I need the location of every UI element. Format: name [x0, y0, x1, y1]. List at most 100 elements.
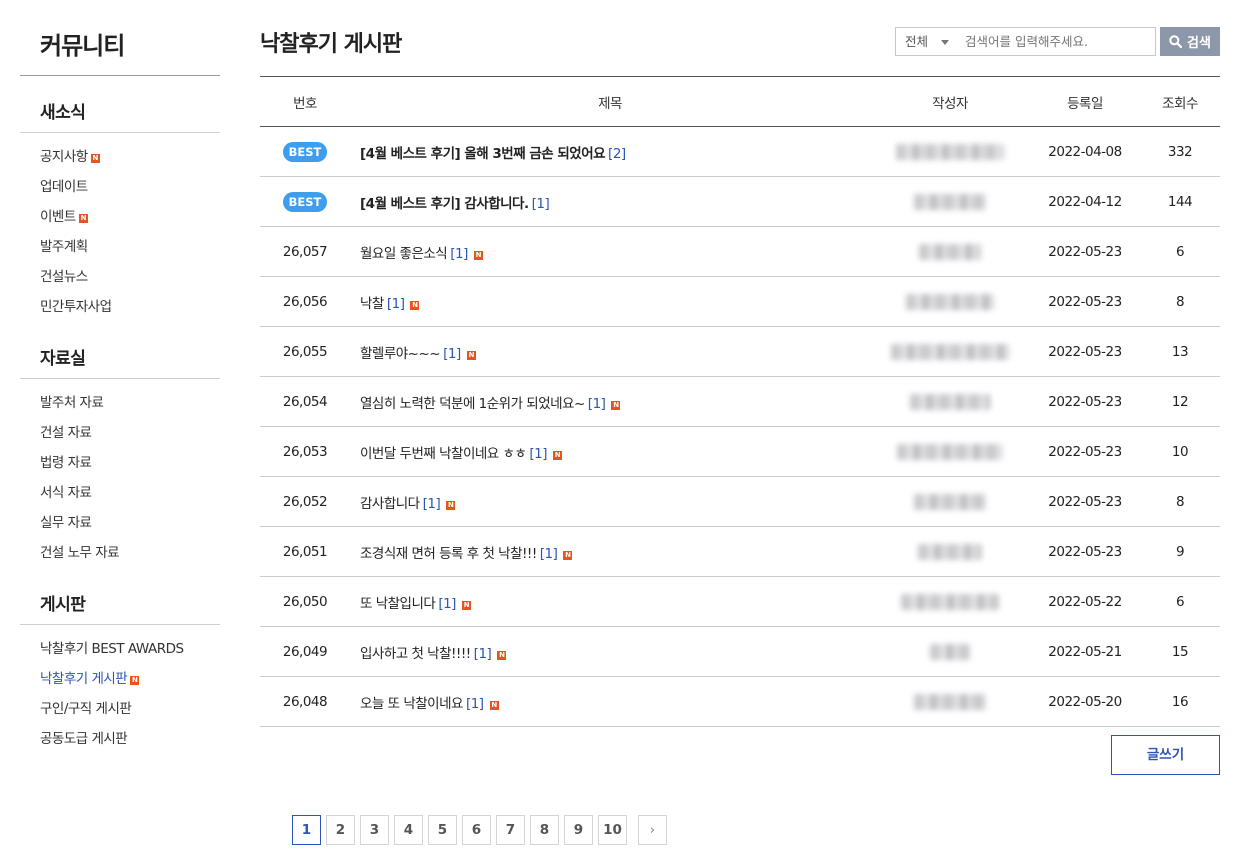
best-badge: BEST [283, 191, 327, 212]
sidebar-item[interactable]: 발주계획 [20, 232, 220, 262]
post-views: 144 [1167, 193, 1193, 210]
header-views: 조회수 [1162, 95, 1198, 112]
sidebar-item[interactable]: 건설 노무 자료 [20, 538, 220, 568]
author-blurred [896, 143, 1004, 160]
sidebar-item[interactable]: 공지사항 N [20, 142, 220, 172]
post-views: 10 [1171, 443, 1189, 460]
write-button[interactable]: 글쓰기 [1111, 735, 1220, 775]
sidebar-item[interactable]: 낙찰후기 BEST AWARDS [20, 634, 220, 664]
new-badge-icon: N [473, 250, 483, 260]
author-cell [870, 293, 1030, 310]
sidebar: 커뮤니티 새소식 공지사항 N 업데이트 이벤트 N 발주계획 건설뉴스 민간투자사업 자료실 발주… [20, 0, 220, 754]
next-page-icon[interactable]: › [638, 815, 667, 845]
post-title-link[interactable]: 조경식재 면허 등록 후 첫 낙찰!!! [360, 546, 537, 562]
table-row[interactable]: 26,051 조경식재 면허 등록 후 첫 낙찰!!! [1] N 2022-05-23… [260, 527, 1220, 577]
sidebar-item[interactable]: 공동도급 게시판 [20, 724, 220, 754]
page-button[interactable]: 3 [360, 815, 389, 845]
post-date: 2022-05-23 [1048, 443, 1122, 460]
page-button[interactable]: 5 [428, 815, 457, 845]
table-row[interactable]: 26,057 월요일 좋은소식 [1] N 2022-05-23 6 [260, 227, 1220, 277]
table-row[interactable]: BEST [4월 베스트 후기] 올해 3번째 금손 되었어요 [2] 2022-04… [260, 127, 1220, 177]
post-title-link[interactable]: 할렐루야~~~ [360, 346, 441, 362]
sidebar-item[interactable]: 구인/구직 게시판 [20, 694, 220, 724]
sidebar-item-label: 구인/구직 게시판 [40, 701, 132, 717]
post-title-link[interactable]: 입사하고 첫 낙찰!!!! [360, 646, 471, 662]
post-title-link[interactable]: 이번달 두번째 낙찰이네요 ㅎㅎ [360, 446, 527, 462]
author-cell [870, 643, 1030, 660]
new-badge-icon: N [78, 214, 88, 223]
sidebar-item-label: 업데이트 [40, 179, 88, 195]
page-button[interactable]: 10 [598, 815, 627, 845]
post-date: 2022-05-20 [1048, 693, 1122, 710]
post-number: 26,051 [282, 543, 328, 560]
table-row[interactable]: 26,049 입사하고 첫 낙찰!!!! [1] N 2022-05-21 15 [260, 627, 1220, 677]
search-button-label: 검색 [1187, 36, 1211, 51]
page-button[interactable]: 1 [292, 815, 321, 845]
table-row[interactable]: 26,053 이번달 두번째 낙찰이네요 ㅎㅎ [1] N 2022-05-23 10 [260, 427, 1220, 477]
sidebar-section: 새소식공지사항 N 업데이트이벤트 N 발주계획건설뉴스 민간투자사업 [20, 98, 220, 322]
table-row[interactable]: 26,048 오늘 또 낙찰이네요 [1] N 2022-05-20 16 [260, 677, 1220, 727]
sidebar-item-label: 건설 노무 자료 [40, 545, 120, 561]
sidebar-section: 게시판 낙찰후기 BEST AWARDS 낙찰후기 게시판 N 구인/구직 게시판 공동도… [20, 590, 220, 754]
post-title-link[interactable]: [4월 베스트 후기] 감사합니다. [360, 196, 529, 212]
sidebar-item[interactable]: 낙찰후기 게시판 N [20, 664, 220, 694]
post-views: 6 [1175, 593, 1185, 610]
post-date: 2022-05-23 [1048, 243, 1122, 260]
table-row[interactable]: 26,056 낙찰 [1] N 2022-05-23 8 [260, 277, 1220, 327]
caret-down-icon [941, 40, 949, 45]
sidebar-item[interactable]: 서식 자료 [20, 478, 220, 508]
post-title-cell: 열심히 노력한 덕분에 1순위가 되었네요~ [1] N [350, 392, 870, 412]
post-title-link[interactable]: 낙찰 [360, 296, 384, 312]
author-blurred [906, 293, 994, 310]
table-row[interactable]: 26,054 열심히 노력한 덕분에 1순위가 되었네요~ [1] N 2022-05-… [260, 377, 1220, 427]
sidebar-item[interactable]: 업데이트 [20, 172, 220, 202]
table-row[interactable]: 26,052 감사합니다 [1] N 2022-05-23 8 [260, 477, 1220, 527]
sidebar-item-label: 발주계획 [40, 239, 88, 255]
search-input[interactable] [957, 27, 1156, 56]
author-cell [870, 693, 1030, 710]
post-title-cell: 또 낙찰입니다 [1] N [350, 592, 870, 612]
page-button[interactable]: 4 [394, 815, 423, 845]
page-button[interactable]: 7 [496, 815, 525, 845]
table-row[interactable]: BEST [4월 베스트 후기] 감사합니다. [1] 2022-04-12 144 [260, 177, 1220, 227]
search-button[interactable]: 검색 [1160, 27, 1220, 56]
post-date: 2022-05-23 [1048, 543, 1122, 560]
sidebar-item[interactable]: 건설 자료 [20, 418, 220, 448]
author-blurred [914, 493, 986, 510]
post-views: 15 [1171, 643, 1189, 660]
post-title-link[interactable]: 월요일 좋은소식 [360, 246, 448, 262]
comment-count: [1] [422, 495, 441, 512]
table-row[interactable]: 26,055 할렐루야~~~ [1] N 2022-05-23 13 [260, 327, 1220, 377]
page-button[interactable]: 6 [462, 815, 491, 845]
sidebar-item-label: 서식 자료 [40, 485, 92, 501]
header-title: 제목 [598, 95, 622, 112]
post-title-link[interactable]: 또 낙찰입니다 [360, 596, 436, 612]
sidebar-item[interactable]: 건설뉴스 [20, 262, 220, 292]
sidebar-item[interactable]: 이벤트 N [20, 202, 220, 232]
page-button[interactable]: 8 [530, 815, 559, 845]
post-title-link[interactable]: [4월 베스트 후기] 올해 3번째 금손 되었어요 [360, 146, 606, 162]
page-button[interactable]: 9 [564, 815, 593, 845]
author-cell [870, 493, 1030, 510]
post-title-link[interactable]: 오늘 또 낙찰이네요 [360, 696, 463, 712]
header-date: 등록일 [1067, 95, 1103, 112]
new-badge-icon: N [446, 500, 456, 510]
post-title-cell: 오늘 또 낙찰이네요 [1] N [350, 692, 870, 712]
comment-count: [1] [443, 345, 461, 362]
author-blurred [910, 393, 990, 410]
search-scope-select[interactable]: 전체 [895, 27, 957, 56]
new-badge-icon: N [552, 450, 562, 460]
sidebar-item[interactable]: 법령 자료 [20, 448, 220, 478]
author-blurred [919, 243, 981, 260]
sidebar-item[interactable]: 민간투자사업 [20, 292, 220, 322]
sidebar-section-title: 새소식 [20, 98, 220, 133]
table-row[interactable]: 26,050 또 낙찰입니다 [1] N 2022-05-22 6 [260, 577, 1220, 627]
header-author: 작성자 [932, 95, 968, 112]
sidebar-item[interactable]: 실무 자료 [20, 508, 220, 538]
page-button[interactable]: 2 [326, 815, 355, 845]
post-title-cell: 입사하고 첫 낙찰!!!! [1] N [350, 642, 870, 662]
post-number: 26,055 [282, 343, 328, 360]
sidebar-item[interactable]: 발주처 자료 [20, 388, 220, 418]
post-title-link[interactable]: 열심히 노력한 덕분에 1순위가 되었네요~ [360, 396, 585, 412]
post-title-link[interactable]: 감사합니다 [360, 496, 420, 512]
